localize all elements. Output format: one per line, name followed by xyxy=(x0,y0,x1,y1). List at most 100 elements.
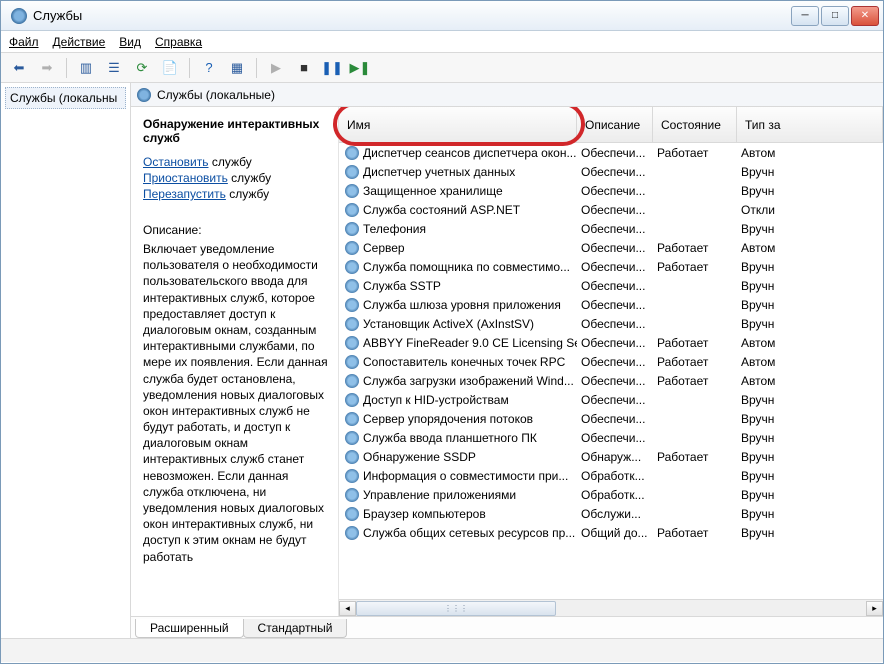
service-icon xyxy=(345,279,359,293)
cell-description: Обеспечи... xyxy=(577,203,653,217)
cell-type: Вручн xyxy=(737,317,817,331)
service-row[interactable]: Диспетчер сеансов диспетчера окон...Обес… xyxy=(339,143,883,162)
cell-state: Работает xyxy=(653,146,737,160)
service-row[interactable]: Диспетчер учетных данныхОбеспечи...Вручн xyxy=(339,162,883,181)
forward-button[interactable]: ➡ xyxy=(35,56,59,80)
cell-state: Работает xyxy=(653,241,737,255)
cell-type: Вручн xyxy=(737,279,817,293)
service-icon xyxy=(345,507,359,521)
cell-description: Обеспечи... xyxy=(577,260,653,274)
service-row[interactable]: Служба помощника по совместимо...Обеспеч… xyxy=(339,257,883,276)
cell-description: Обеспечи... xyxy=(577,279,653,293)
service-name-text: Управление приложениями xyxy=(363,488,516,502)
back-button[interactable]: ⬅ xyxy=(7,56,31,80)
start-service-button[interactable]: ▶ xyxy=(264,56,288,80)
service-icon xyxy=(345,393,359,407)
service-row[interactable]: Сопоставитель конечных точек RPCОбеспечи… xyxy=(339,352,883,371)
service-name-text: Служба ввода планшетного ПК xyxy=(363,431,537,445)
scroll-left-button[interactable]: ◂ xyxy=(339,601,356,616)
cell-state: Работает xyxy=(653,260,737,274)
stop-link[interactable]: Остановить xyxy=(143,155,209,169)
service-row[interactable]: Управление приложениямиОбработк...Вручн xyxy=(339,485,883,504)
service-row[interactable]: ABBYY FineReader 9.0 CE Licensing Se...О… xyxy=(339,333,883,352)
service-name-text: Доступ к HID-устройствам xyxy=(363,393,509,407)
column-startup-type[interactable]: Тип за xyxy=(737,107,883,142)
app-icon xyxy=(11,8,27,24)
cell-description: Обеспечи... xyxy=(577,241,653,255)
scroll-track[interactable]: ⋮⋮⋮ xyxy=(356,601,866,616)
content-header: Службы (локальные) xyxy=(131,83,883,107)
service-icon xyxy=(345,374,359,388)
service-name-text: Телефония xyxy=(363,222,426,236)
service-list[interactable]: Диспетчер сеансов диспетчера окон... Обес… xyxy=(339,143,883,599)
service-name-text: Служба общих сетевых ресурсов пр... xyxy=(363,526,575,540)
minimize-button[interactable]: ─ xyxy=(791,6,819,26)
tree-root-item[interactable]: Службы (локальны xyxy=(5,87,126,109)
menu-file[interactable]: Файл xyxy=(9,35,39,49)
tab-extended[interactable]: Расширенный xyxy=(135,619,244,638)
console-button[interactable]: ▦ xyxy=(225,56,249,80)
service-row[interactable]: Служба SSTPОбеспечи...Вручн xyxy=(339,276,883,295)
content-header-title: Службы (локальные) xyxy=(157,88,275,102)
pause-service-button[interactable]: ❚❚ xyxy=(320,56,344,80)
service-row[interactable]: Служба состояний ASP.NETОбеспечи...Откли xyxy=(339,200,883,219)
scroll-right-button[interactable]: ▸ xyxy=(866,601,883,616)
toolbar: ⬅ ➡ ▥ ☰ ⟳ 📄 ? ▦ ▶ ■ ❚❚ ▶❚ xyxy=(1,53,883,83)
column-description[interactable]: Описание xyxy=(577,107,653,142)
service-name-text: Диспетчер сеансов диспетчера окон... xyxy=(363,146,576,160)
restart-link[interactable]: Перезапустить xyxy=(143,187,226,201)
properties-button[interactable]: ☰ xyxy=(102,56,126,80)
cell-description: Обработк... xyxy=(577,488,653,502)
right-pane: Службы (локальные) Обнаружение интеракти… xyxy=(131,83,883,638)
service-row[interactable]: Браузер компьютеровОбслужи...Вручн xyxy=(339,504,883,523)
close-button[interactable]: ✕ xyxy=(851,6,879,26)
maximize-button[interactable]: □ xyxy=(821,6,849,26)
service-row[interactable]: Информация о совместимости при...Обработ… xyxy=(339,466,883,485)
scroll-thumb[interactable]: ⋮⋮⋮ xyxy=(356,601,556,616)
service-row[interactable]: Служба шлюза уровня приложенияОбеспечи..… xyxy=(339,295,883,314)
tab-standard[interactable]: Стандартный xyxy=(243,619,348,638)
cell-type: Вручн xyxy=(737,412,817,426)
cell-type: Автом xyxy=(737,146,817,160)
horizontal-scrollbar[interactable]: ◂ ⋮⋮⋮ ▸ xyxy=(339,599,883,616)
cell-type: Автом xyxy=(737,374,817,388)
service-row[interactable]: СерверОбеспечи...РаботаетАвтом xyxy=(339,238,883,257)
help-button[interactable]: ? xyxy=(197,56,221,80)
cell-name: Сопоставитель конечных точек RPC xyxy=(339,355,577,369)
pause-link[interactable]: Приостановить xyxy=(143,171,228,185)
service-row[interactable]: Установщик ActiveX (AxInstSV)Обеспечи...… xyxy=(339,314,883,333)
cell-name: Диспетчер учетных данных xyxy=(339,165,577,179)
menu-action[interactable]: Действие xyxy=(53,35,106,49)
service-row[interactable]: Доступ к HID-устройствамОбеспечи...Вручн xyxy=(339,390,883,409)
cell-description: Обеспечи... xyxy=(577,336,653,350)
restart-service-button[interactable]: ▶❚ xyxy=(348,56,372,80)
service-row[interactable]: Защищенное хранилищеОбеспечи...Вручн xyxy=(339,181,883,200)
gear-icon xyxy=(137,88,151,102)
service-row[interactable]: ТелефонияОбеспечи...Вручн xyxy=(339,219,883,238)
cell-name: Браузер компьютеров xyxy=(339,507,577,521)
view-tabs: Расширенный Стандартный xyxy=(131,616,883,638)
service-row[interactable]: Служба общих сетевых ресурсов пр...Общий… xyxy=(339,523,883,542)
service-row[interactable]: Служба ввода планшетного ПКОбеспечи...Вр… xyxy=(339,428,883,447)
show-hide-tree-button[interactable]: ▥ xyxy=(74,56,98,80)
service-icon xyxy=(345,165,359,179)
column-name[interactable]: Имя xyxy=(339,107,577,142)
service-name-text: Сервер xyxy=(363,241,405,255)
cell-type: Вручн xyxy=(737,393,817,407)
stop-service-button[interactable]: ■ xyxy=(292,56,316,80)
menu-bar: Файл Действие Вид Справка xyxy=(1,31,883,53)
service-row[interactable]: Служба загрузки изображений Wind...Обесп… xyxy=(339,371,883,390)
service-row[interactable]: Сервер упорядочения потоковОбеспечи...Вр… xyxy=(339,409,883,428)
menu-help[interactable]: Справка xyxy=(155,35,202,49)
menu-view[interactable]: Вид xyxy=(119,35,141,49)
service-icon xyxy=(345,469,359,483)
export-button[interactable]: 📄 xyxy=(158,56,182,80)
cell-description: Общий до... xyxy=(577,526,653,540)
action-restart: Перезапустить службу xyxy=(143,187,328,201)
content-area: Обнаружение интерактивных служб Останови… xyxy=(131,107,883,616)
column-state[interactable]: Состояние xyxy=(653,107,737,142)
tree-pane: Службы (локальны xyxy=(1,83,131,638)
service-row[interactable]: Обнаружение SSDPОбнаруж...РаботаетВручн xyxy=(339,447,883,466)
refresh-button[interactable]: ⟳ xyxy=(130,56,154,80)
cell-description: Обеспечи... xyxy=(577,298,653,312)
